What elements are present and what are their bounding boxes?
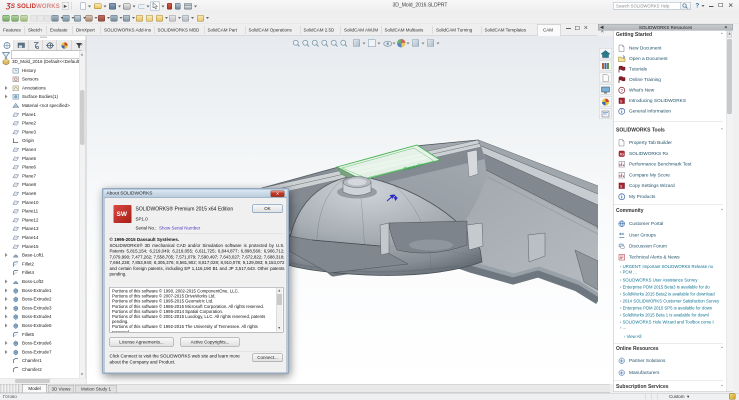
svg-text:?: ? (621, 88, 624, 93)
svg-text:Rx: Rx (620, 152, 625, 157)
